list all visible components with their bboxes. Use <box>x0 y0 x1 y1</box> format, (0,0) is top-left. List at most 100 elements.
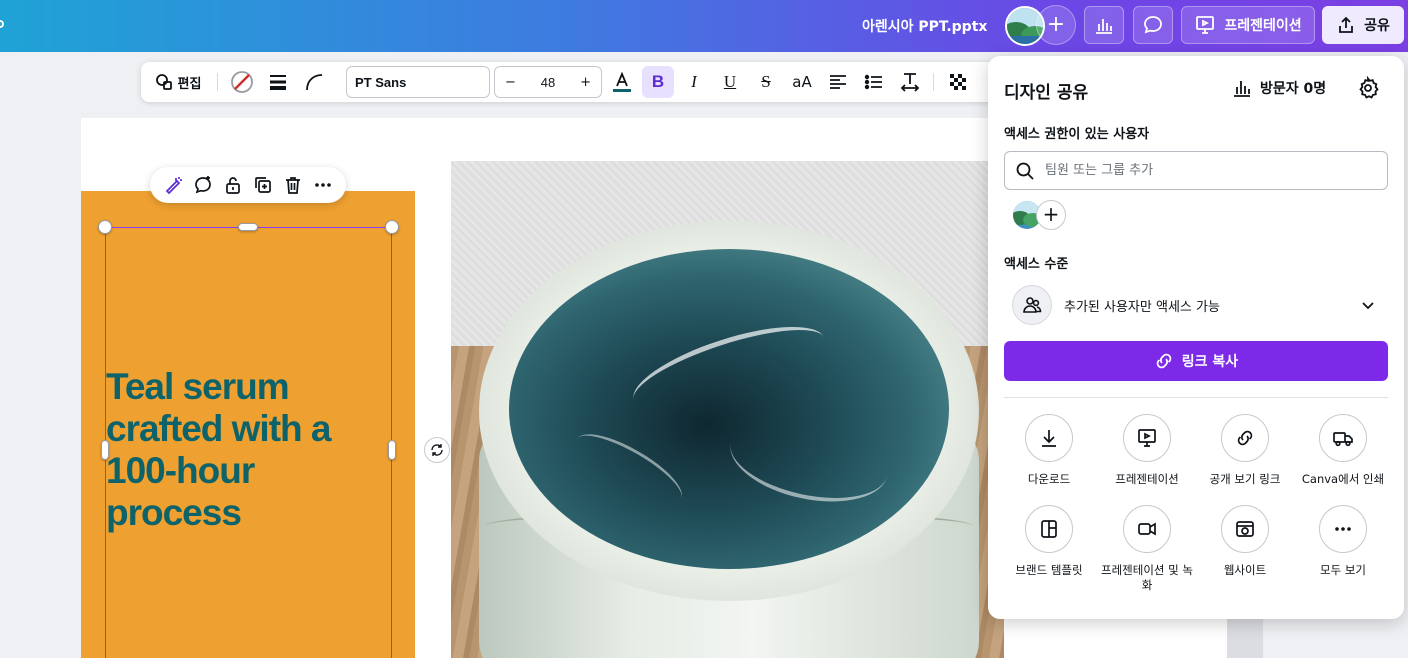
template-icon <box>1041 520 1057 538</box>
settings-button[interactable] <box>1356 75 1380 100</box>
resize-handle-top[interactable] <box>238 223 258 231</box>
truck-icon <box>1333 432 1353 447</box>
add-comment-icon[interactable] <box>193 175 213 195</box>
action-present-record[interactable]: 프레젠테이션 및 녹화 <box>1098 505 1196 593</box>
rotate-icon <box>431 444 443 456</box>
list-button[interactable] <box>859 62 889 102</box>
action-brand-template[interactable]: 브랜드 템플릿 <box>1000 505 1098 578</box>
lock-icon[interactable] <box>223 175 243 195</box>
present-label: 프레젠테이션 <box>1224 18 1302 34</box>
analytics-button[interactable] <box>1084 6 1124 44</box>
file-title[interactable]: 아렌시아 PPT.pptx <box>862 16 987 36</box>
action-public-link[interactable]: 공개 보기 링크 <box>1196 414 1294 487</box>
action-label: 다운로드 <box>1027 472 1071 486</box>
resize-handle-right[interactable] <box>388 440 396 460</box>
gear-icon <box>1359 75 1379 99</box>
selection-box <box>105 227 392 658</box>
share-label: 공유 <box>1364 18 1390 34</box>
action-present[interactable]: 프레젠테이션 <box>1098 414 1196 487</box>
people-icon <box>1012 285 1052 325</box>
visitors-button[interactable]: 방문자 0명 <box>1232 78 1326 98</box>
action-label: 공개 보기 링크 <box>1209 472 1281 486</box>
duplicate-icon[interactable] <box>253 175 273 195</box>
rotate-handle[interactable] <box>424 437 450 463</box>
font-size-stepper[interactable]: − 48 + <box>494 66 602 98</box>
share-panel-title: 디자인 공유 <box>1004 83 1089 103</box>
text-toolbar: 편집 PT Sans − 48 + B I U S aA <box>141 62 1007 102</box>
font-family-select[interactable]: PT Sans <box>346 66 490 98</box>
text-color-icon <box>613 71 631 92</box>
action-see-all[interactable]: 모두 보기 <box>1294 505 1392 578</box>
search-input[interactable] <box>1045 163 1365 178</box>
add-collaborator-button[interactable]: + <box>1036 5 1076 45</box>
product-photo[interactable] <box>451 161 1004 658</box>
resize-handle-left[interactable] <box>101 440 109 460</box>
share-button[interactable]: 공유 <box>1322 6 1404 44</box>
visitors-label: 방문자 0명 <box>1260 81 1327 97</box>
copy-link-button[interactable]: 링크 복사 <box>1004 341 1388 381</box>
trash-icon[interactable] <box>283 175 303 195</box>
copy-link-label: 링크 복사 <box>1181 354 1239 370</box>
present-icon <box>1138 429 1156 447</box>
access-users-label: 액세스 권한이 있는 사용자 <box>1004 127 1150 142</box>
align-button[interactable] <box>823 62 853 102</box>
letter-case-button[interactable]: aA <box>787 62 817 102</box>
link-icon <box>1156 353 1172 369</box>
menu-dot-icon[interactable] <box>0 20 4 28</box>
action-label: 프레젠테이션 및 녹화 <box>1101 563 1193 592</box>
edit-button[interactable]: 편집 <box>147 62 209 102</box>
action-print[interactable]: Canva에서 인쇄 <box>1294 414 1392 487</box>
border-weight-icon <box>270 75 286 90</box>
color-none-button[interactable] <box>227 62 257 102</box>
transparency-icon <box>950 74 966 90</box>
resize-handle-top-left[interactable] <box>98 220 112 234</box>
spacing-button[interactable] <box>895 62 925 102</box>
action-label: 프레젠테이션 <box>1115 472 1179 486</box>
text-color-button[interactable] <box>607 62 637 102</box>
access-level-label: 액세스 수준 <box>1004 257 1069 272</box>
present-button[interactable]: 프레젠테이션 <box>1181 6 1315 44</box>
share-panel: 디자인 공유 방문자 0명 액세스 권한이 있는 사용자 + 액세스 수준 추가… <box>988 56 1404 619</box>
font-size-increase[interactable]: + <box>580 75 591 90</box>
record-icon <box>1138 522 1156 536</box>
more-icon <box>1335 527 1351 531</box>
top-bar: 아렌시아 PPT.pptx + 프레젠테이션 공유 <box>0 0 1408 52</box>
corner-rounding-button[interactable] <box>299 62 329 102</box>
corner-curve-icon <box>306 74 323 91</box>
action-label: 웹사이트 <box>1223 563 1267 577</box>
more-icon[interactable] <box>313 175 333 195</box>
bold-button[interactable]: B <box>642 66 674 98</box>
resize-handle-top-right[interactable] <box>385 220 399 234</box>
bar-chart-icon <box>1096 19 1112 34</box>
access-level-value: 추가된 사용자만 액세스 가능 <box>1064 300 1220 315</box>
action-website[interactable]: 웹사이트 <box>1196 505 1294 578</box>
transparency-button[interactable] <box>943 62 973 102</box>
share-icon <box>1339 16 1354 33</box>
action-label: 모두 보기 <box>1320 563 1366 577</box>
chevron-down-icon <box>1362 302 1374 310</box>
edit-label: 편집 <box>177 76 202 92</box>
border-style-button[interactable] <box>263 62 293 102</box>
access-level-dropdown[interactable]: 추가된 사용자만 액세스 가능 <box>1004 285 1388 325</box>
add-people-search[interactable] <box>1004 151 1388 190</box>
add-member-button[interactable]: + <box>1036 200 1066 230</box>
font-size-value[interactable]: 48 <box>541 75 555 90</box>
bullet-list-icon <box>864 74 882 90</box>
action-download[interactable]: 다운로드 <box>1000 414 1098 487</box>
bar-chart-icon <box>1234 81 1250 97</box>
search-icon <box>1016 162 1034 180</box>
underline-button[interactable]: U <box>715 62 745 102</box>
element-quick-toolbar <box>150 167 346 203</box>
present-icon <box>1196 16 1215 34</box>
magic-edit-icon[interactable] <box>163 175 183 195</box>
comment-icon <box>1144 16 1162 34</box>
action-label: Canva에서 인쇄 <box>1301 472 1385 486</box>
strikethrough-button[interactable]: S <box>751 62 781 102</box>
align-left-icon <box>830 75 846 89</box>
italic-button[interactable]: I <box>679 62 709 102</box>
comment-button[interactable] <box>1133 6 1173 44</box>
font-size-decrease[interactable]: − <box>505 75 516 90</box>
download-icon <box>1042 430 1056 447</box>
link-icon <box>1237 430 1253 446</box>
no-color-icon <box>231 71 253 93</box>
